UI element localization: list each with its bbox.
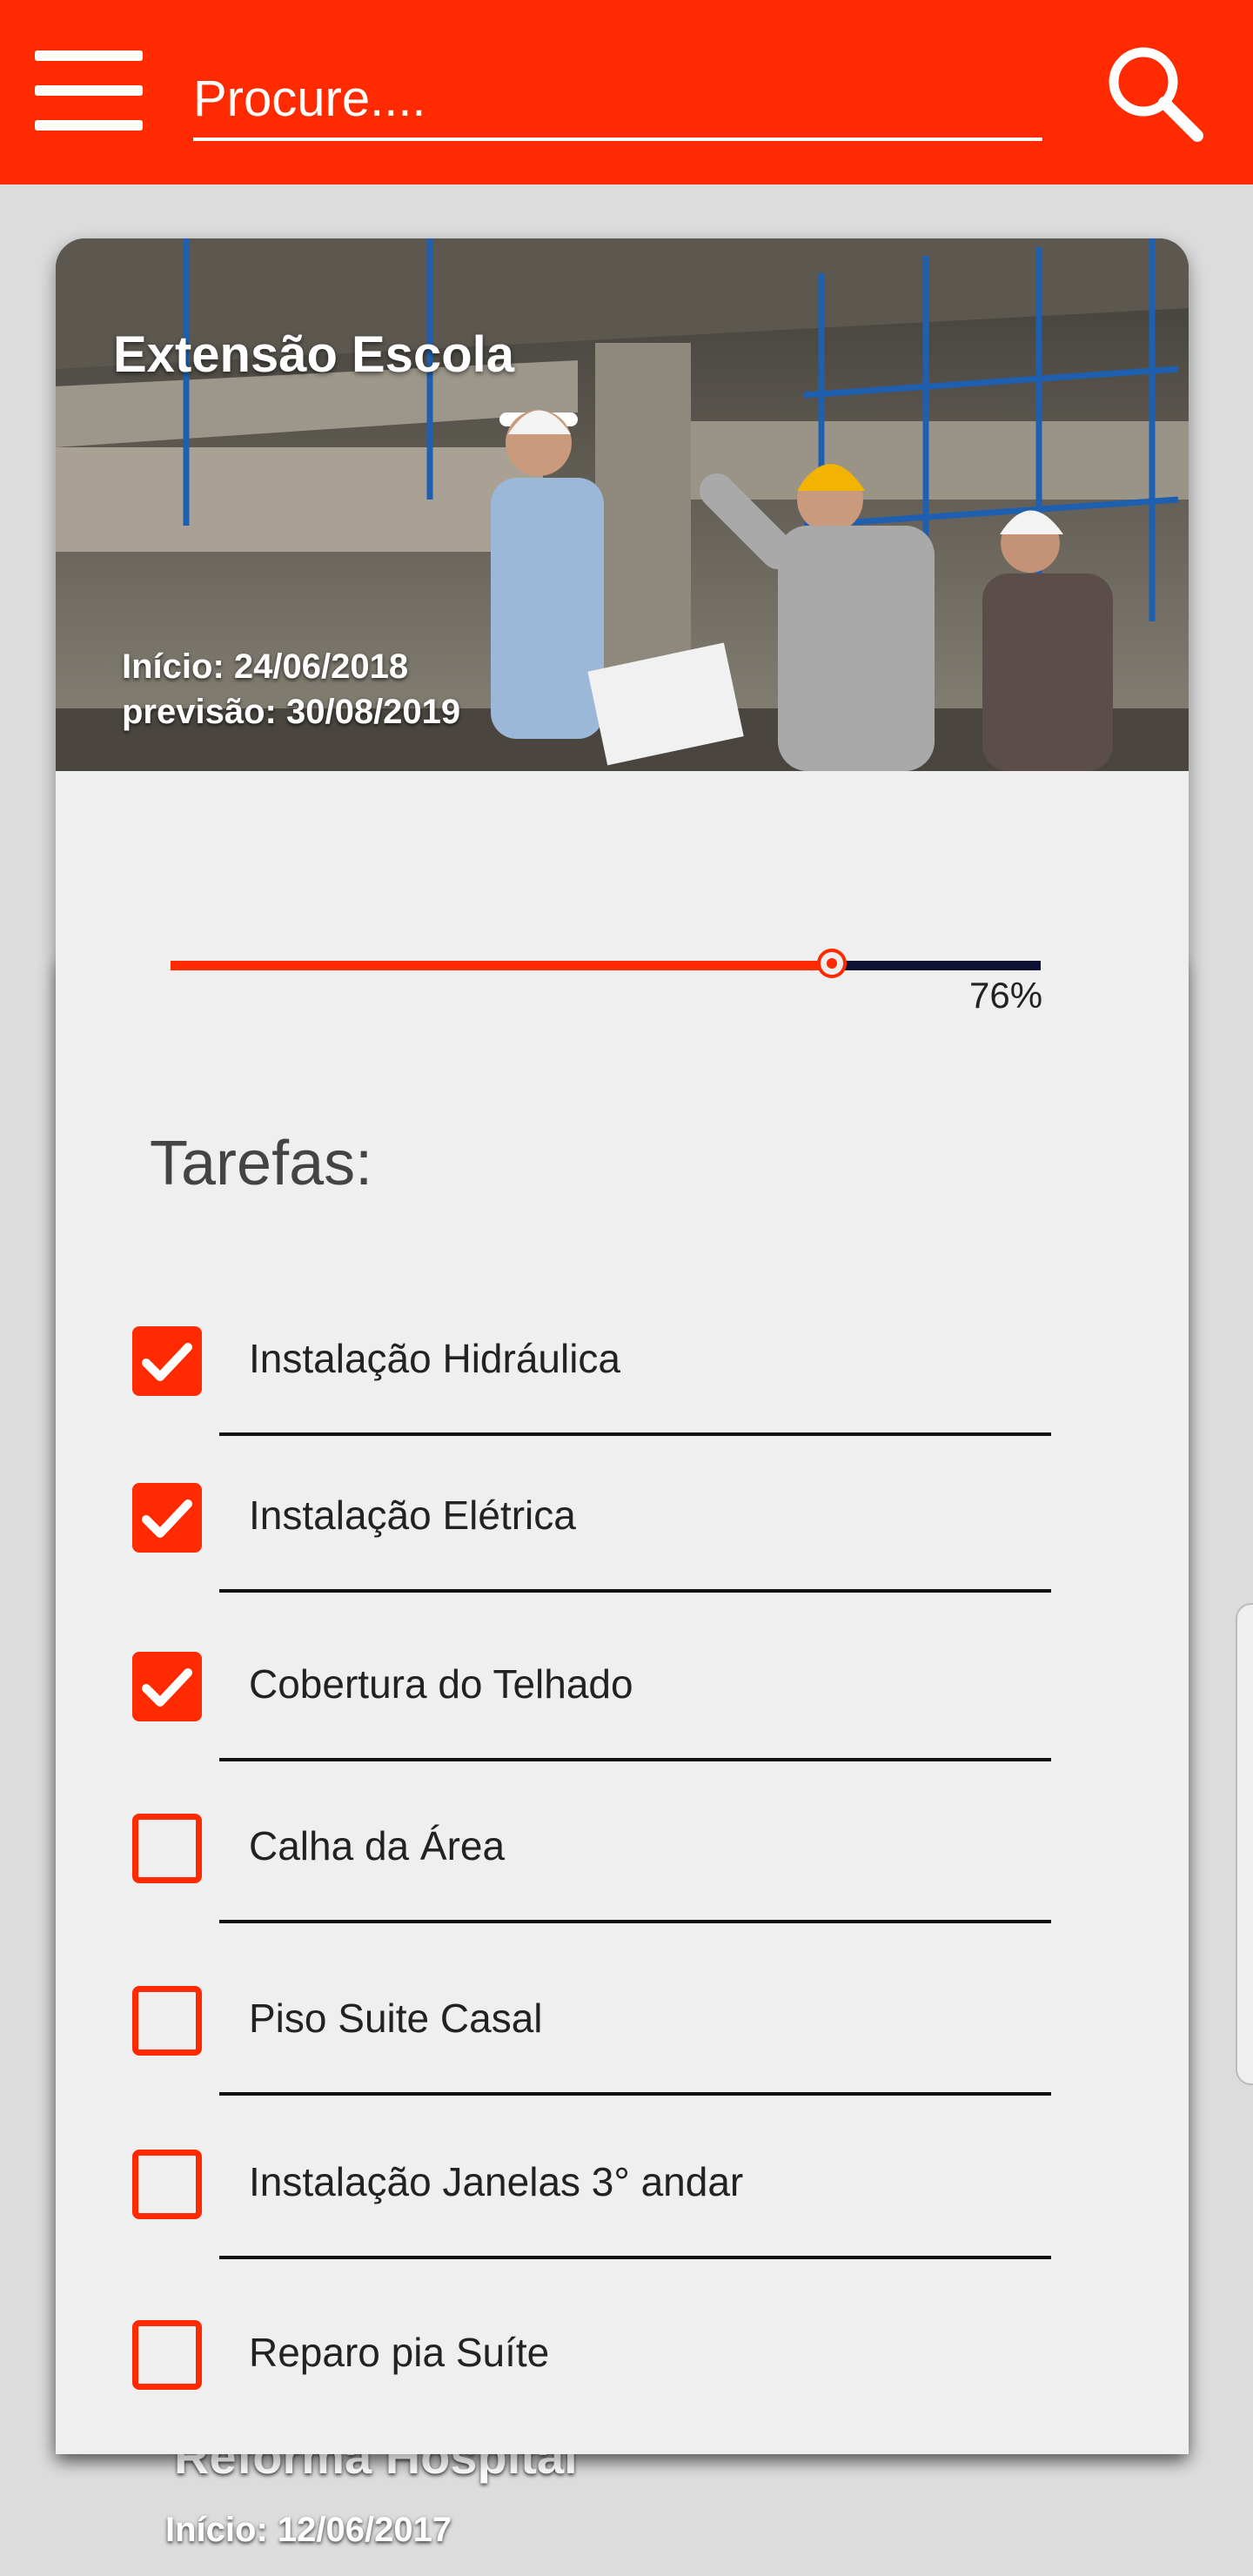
task-row[interactable]: Instalação Elétrica [56, 1483, 1189, 1605]
slider-fill [171, 961, 832, 970]
task-divider [219, 2092, 1051, 2096]
search-input[interactable] [193, 63, 1042, 134]
task-checkbox[interactable] [132, 1652, 202, 1721]
scroll-handle[interactable] [1236, 1603, 1253, 2085]
top-app-bar [0, 0, 1253, 184]
menu-icon[interactable] [35, 50, 143, 131]
task-divider [219, 1432, 1051, 1436]
task-label: Piso Suite Casal [249, 1996, 543, 2041]
task-divider [219, 1589, 1051, 1593]
task-checkbox[interactable] [132, 1814, 202, 1883]
search-field[interactable] [193, 63, 1042, 141]
background-card-start-date: Início: 12/06/2017 [165, 2511, 452, 2549]
task-label: Calha da Área [249, 1823, 506, 1868]
task-row[interactable]: Reparo pia Suíte [56, 2320, 1189, 2442]
task-label: Reparo pia Suíte [249, 2330, 550, 2375]
task-label: Instalação Elétrica [249, 1493, 576, 1538]
task-checkbox[interactable] [132, 2150, 202, 2219]
progress-slider[interactable] [171, 949, 1041, 983]
task-checkbox[interactable] [132, 1483, 202, 1553]
task-label: Cobertura do Telhado [249, 1661, 633, 1707]
progress-percent: 76% [969, 975, 1043, 1016]
project-forecast-date: previsão: 30/08/2019 [122, 693, 461, 731]
project-title: Extensão Escola [113, 326, 514, 383]
tasks-heading: Tarefas: [150, 1129, 373, 1198]
task-row[interactable]: Piso Suite Casal [56, 1986, 1189, 2108]
task-row[interactable]: Instalação Hidráulica [56, 1326, 1189, 1448]
project-start-date: Início: 24/06/2018 [122, 647, 409, 686]
slider-thumb[interactable] [817, 949, 847, 978]
check-icon [142, 1343, 192, 1381]
project-hero-image: Extensão Escola Início: 24/06/2018 previ… [56, 238, 1189, 771]
task-divider [219, 1920, 1051, 1923]
project-card: Extensão Escola Início: 24/06/2018 previ… [56, 238, 1189, 2454]
task-divider [219, 2256, 1051, 2259]
task-row[interactable]: Cobertura do Telhado [56, 1652, 1189, 1774]
check-icon [142, 1668, 192, 1707]
task-row[interactable]: Instalação Janelas 3° andar [56, 2150, 1189, 2271]
search-icon[interactable] [1103, 42, 1204, 143]
task-label: Instalação Janelas 3° andar [249, 2159, 744, 2204]
task-row[interactable]: Calha da Área [56, 1814, 1189, 1935]
task-checkbox[interactable] [132, 2320, 202, 2390]
task-divider [219, 1758, 1051, 1761]
task-label: Instalação Hidráulica [249, 1336, 621, 1381]
check-icon [142, 1499, 192, 1538]
task-checkbox[interactable] [132, 1326, 202, 1396]
task-checkbox[interactable] [132, 1986, 202, 2056]
